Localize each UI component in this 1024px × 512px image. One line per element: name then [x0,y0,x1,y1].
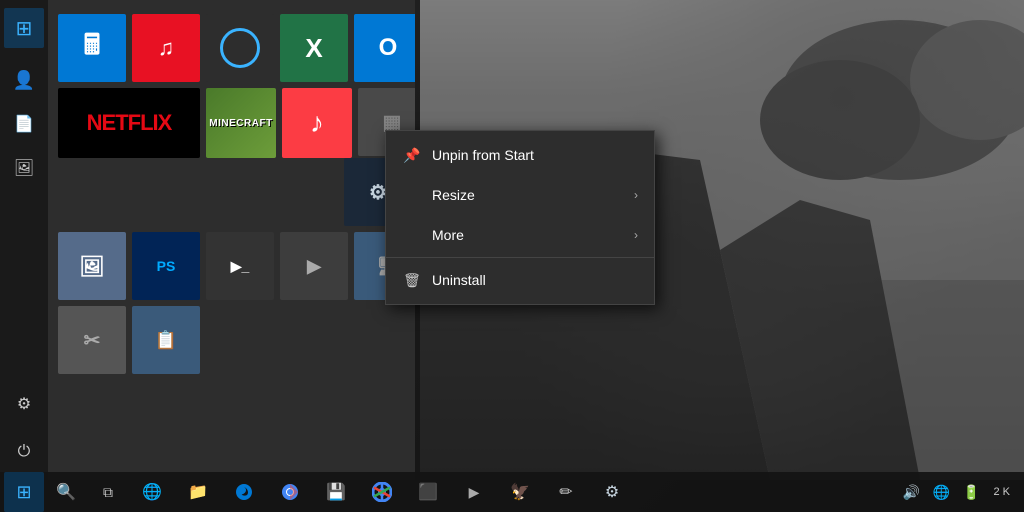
taskbar-app1[interactable]: 💾 [314,472,358,512]
tile-app1[interactable]: 🖼 [58,232,126,300]
taskbar-terminal-app[interactable]: ▶ [452,472,496,512]
taskbar-eagle-app[interactable]: 🦅 [498,472,542,512]
taskbar-disk-app[interactable]: ⬛ [406,472,450,512]
tile-snip[interactable]: ✂ [58,306,126,374]
sidebar-item-settings[interactable]: ⚙ [4,384,44,424]
tile-excel[interactable]: X [280,14,348,82]
more-icon [402,225,422,245]
taskbar-start-button[interactable]: ⊞ [4,472,44,512]
tile-netflix[interactable]: NETFLIX [58,88,200,158]
taskbar-explorer-app[interactable]: 📁 [176,472,220,512]
tile-cortana[interactable] [206,14,274,82]
tile-powershell[interactable]: PS [132,232,200,300]
ctx-resize-label: Resize [432,187,624,203]
tray-battery-icon[interactable]: 🔋 [957,472,985,512]
tile-minecraft[interactable]: MINECRAFT [206,88,276,158]
tile-groove-music[interactable]: ♫ [132,14,200,82]
taskbar-taskview-button[interactable]: ⧉ [88,472,128,512]
sidebar: ⊞ 👤 📄 🖼 ⚙ ⏻ [0,0,48,480]
taskbar-steam-app[interactable]: ⚙ [590,472,634,512]
ctx-uninstall[interactable]: 🗑 Uninstall [386,260,654,300]
ctx-uninstall-label: Uninstall [432,272,638,288]
ctx-unpin-from-start[interactable]: 📌 Unpin from Start [386,135,654,175]
unpin-icon: 📌 [402,145,422,165]
tray-clock[interactable]: 2 K [987,485,1016,499]
tile-calculator[interactable]: 🖩 [58,14,126,82]
tray-volume-icon[interactable]: 🔊 [897,472,925,512]
tile-outlook[interactable]: O [354,14,415,82]
tiles-area: 🖩 ♫ X O W NETFLIX [48,0,415,480]
more-arrow-icon: › [634,228,638,242]
taskbar-edge-app[interactable] [222,472,266,512]
sidebar-item-documents[interactable]: 📄 [4,104,44,144]
sidebar-item-pictures[interactable]: 🖼 [4,148,44,188]
taskbar-chrome2-app[interactable] [360,472,404,512]
resize-arrow-icon: › [634,188,638,202]
taskbar-news-app[interactable]: 🌐 [130,472,174,512]
ctx-more-label: More [432,227,624,243]
tray-network-icon[interactable]: 🌐 [927,472,955,512]
tile-terminal[interactable]: ▶_ [206,232,274,300]
systray: 🔊 🌐 🔋 2 K [893,472,1020,512]
taskbar: ⊞ 🔍 ⧉ 🌐 📁 💾 ⬛ ▶ 🦅 ✏ ⚙ 🔊 🌐 🔋 [0,472,1024,512]
context-menu: 📌 Unpin from Start Resize › More › 🗑 Uni… [385,130,655,305]
taskbar-design-app[interactable]: ✏ [544,472,588,512]
tray-time: 2 K [993,485,1010,499]
start-menu: ⊞ 👤 📄 🖼 ⚙ ⏻ 🖩 ♫ [0,0,415,480]
sidebar-item-user[interactable]: 👤 [4,60,44,100]
sidebar-item-power[interactable]: ⏻ [4,432,44,472]
resize-icon [402,185,422,205]
ctx-more[interactable]: More › [386,215,654,255]
tile-app7[interactable]: 📋 [132,306,200,374]
taskbar-search-button[interactable]: 🔍 [46,472,86,512]
ctx-unpin-label: Unpin from Start [432,147,638,163]
start-button[interactable]: ⊞ [4,8,44,48]
taskbar-chrome-app[interactable] [268,472,312,512]
tile-videos[interactable]: ▶ [280,232,348,300]
context-menu-divider [386,257,654,258]
uninstall-icon: 🗑 [402,270,422,290]
tile-itunes[interactable]: ♪ [282,88,352,158]
ctx-resize[interactable]: Resize › [386,175,654,215]
